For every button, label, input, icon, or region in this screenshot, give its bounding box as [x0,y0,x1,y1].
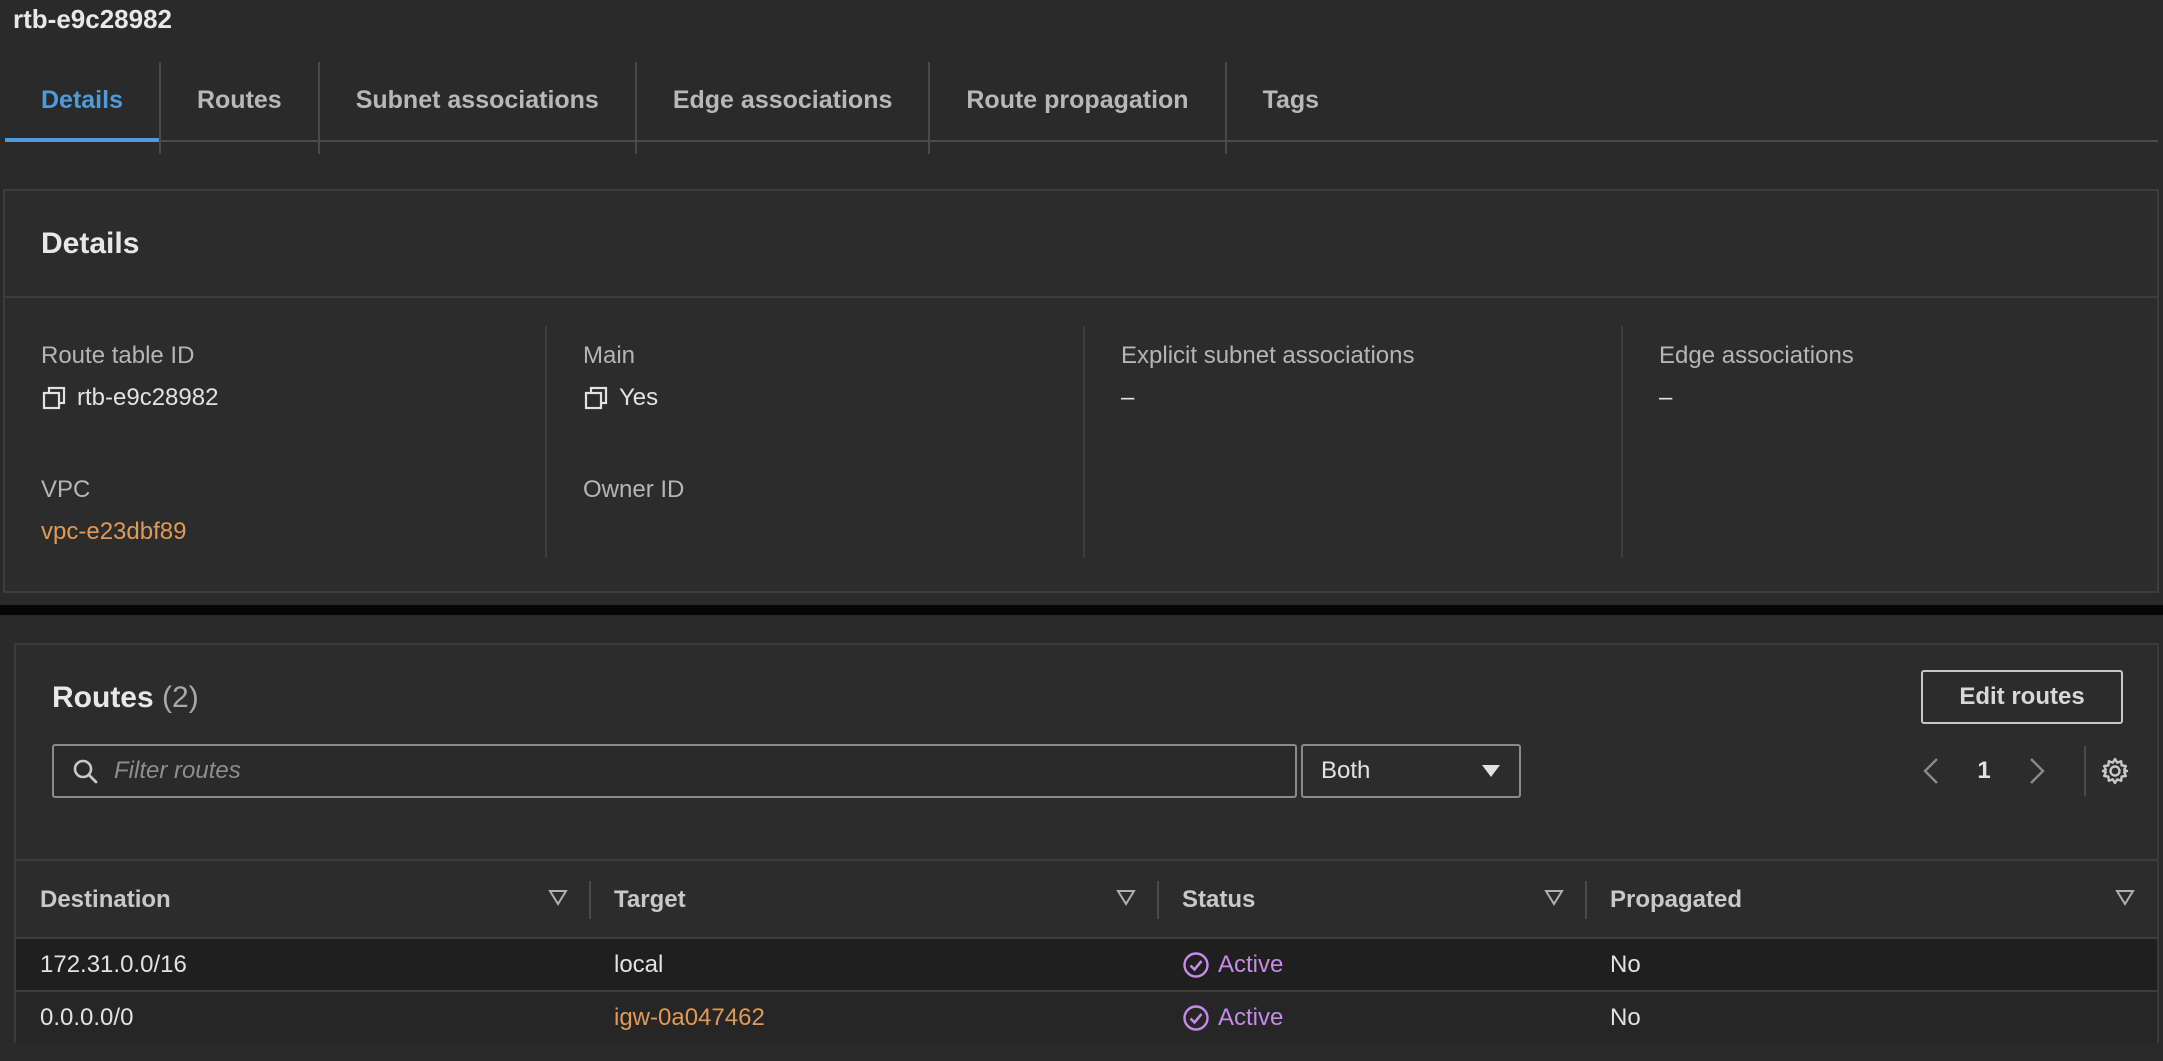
main-label: Main [583,342,636,369]
sort-icon[interactable] [1116,889,1136,907]
chevron-right-icon [2030,758,2045,784]
pager-divider [2084,746,2086,796]
explicit-subnet-value: – [1121,384,1135,411]
caret-down-icon [1482,765,1500,777]
main-text: Yes [619,384,659,411]
filter-routes-field[interactable] [52,744,1297,798]
routes-count: (2) [162,681,199,714]
check-circle-icon [1183,951,1209,978]
select-value: Both [1321,757,1371,784]
next-page-button[interactable] [2012,757,2062,785]
table-row[interactable]: 0.0.0.0/0 igw-0a047462 Active No [16,990,2157,1043]
tab-bar: Details Routes Subnet associations Edge … [5,60,2158,154]
column-header-status[interactable]: Status [1158,861,1586,939]
column-label: Propagated [1610,886,1743,913]
column-header-destination[interactable]: Destination [16,861,590,939]
target-cell: local [614,950,664,978]
destination-cell: 172.31.0.0/16 [40,950,187,978]
details-panel: Details Route table ID rtb-e9c28982 VPC … [3,189,2159,593]
tab-edge-associations[interactable]: Edge associations [637,60,929,140]
propagated-cell: No [1610,1003,1641,1031]
chevron-left-icon [1923,758,1938,784]
sort-icon[interactable] [548,889,568,907]
main-value: Yes [583,384,1085,412]
preferences-button[interactable] [2100,756,2130,786]
pagination: 1 [1906,744,2130,798]
status-text: Active [1218,1003,1284,1031]
details-column-4: Edge associations – [1621,326,2161,558]
check-circle-icon [1183,1004,1209,1031]
route-table-id-text: rtb-e9c28982 [77,384,219,411]
column-label: Status [1182,886,1256,913]
details-grid: Route table ID rtb-e9c28982 VPC vpc-e23d… [5,298,2157,591]
details-column-3: Explicit subnet associations – [1083,326,1623,558]
edge-associations-label: Edge associations [1659,342,1854,369]
vpc-label: VPC [41,476,91,503]
propagation-filter-select[interactable]: Both [1301,744,1521,798]
tab-tags[interactable]: Tags [1227,60,1356,140]
route-table-id-label: Route table ID [41,342,195,369]
filter-routes-input[interactable] [112,756,1295,786]
status-text: Active [1218,950,1284,978]
tab-routes[interactable]: Routes [161,60,318,140]
tab-route-propagation[interactable]: Route propagation [930,60,1224,140]
edit-routes-button[interactable]: Edit routes [1921,670,2123,724]
target-link[interactable]: igw-0a047462 [590,992,1158,1043]
route-table-id-value: rtb-e9c28982 [41,384,545,412]
gear-icon [2101,757,2129,785]
status-cell: Active [1158,992,1586,1043]
edge-associations-value: – [1659,384,1673,411]
routes-title-text: Routes [52,681,154,714]
details-column-2: Main Yes Owner ID [545,326,1085,558]
copy-icon[interactable] [41,385,67,411]
copy-icon[interactable] [583,385,609,411]
section-divider [0,605,2163,615]
page-title: rtb-e9c28982 [13,4,172,34]
table-row[interactable]: 172.31.0.0/16 local Active No [16,937,2157,990]
status-cell: Active [1158,939,1586,990]
column-header-target[interactable]: Target [590,861,1158,939]
owner-id-label: Owner ID [583,476,685,503]
propagated-cell: No [1610,950,1641,978]
page-number[interactable]: 1 [1956,757,2012,785]
details-title: Details [5,191,2157,298]
vpc-link[interactable]: vpc-e23dbf89 [41,518,545,546]
details-column-1: Route table ID rtb-e9c28982 VPC vpc-e23d… [5,326,545,558]
routes-table-header: Destination Target Status Propagated [16,859,2157,939]
search-icon [73,759,98,784]
destination-cell: 0.0.0.0/0 [40,1003,134,1031]
column-label: Destination [40,886,171,913]
column-header-propagated[interactable]: Propagated [1586,861,2157,939]
routes-panel: Routes (2) Edit routes Both 1 [14,643,2159,1043]
previous-page-button[interactable] [1906,757,1956,785]
sort-icon[interactable] [1544,889,1564,907]
tab-subnet-associations[interactable]: Subnet associations [320,60,635,140]
explicit-subnet-label: Explicit subnet associations [1121,342,1415,369]
tab-details[interactable]: Details [5,60,159,142]
column-label: Target [614,886,686,913]
routes-title: Routes (2) [52,681,199,715]
sort-icon[interactable] [2115,889,2135,907]
